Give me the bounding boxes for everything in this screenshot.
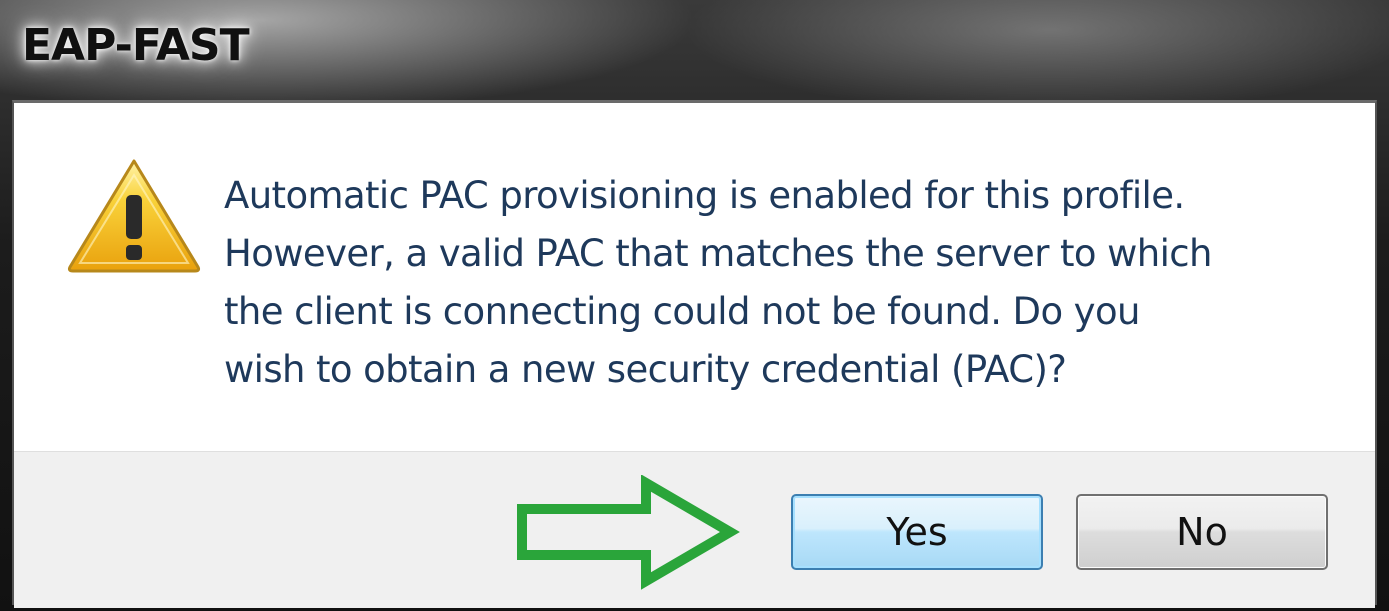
button-bar: Yes No — [14, 451, 1375, 608]
dialog-client-area: Automatic PAC provisioning is enabled fo… — [12, 100, 1377, 608]
title-bar[interactable]: EAP-FAST — [0, 0, 1389, 100]
message-line: Automatic PAC provisioning is enabled fo… — [224, 174, 1185, 217]
message-area: Automatic PAC provisioning is enabled fo… — [14, 103, 1375, 451]
arrow-right-icon — [508, 474, 743, 590]
no-button[interactable]: No — [1076, 494, 1328, 570]
dialog-message: Automatic PAC provisioning is enabled fo… — [224, 167, 1354, 399]
dialog-window: EAP-FAST Automatic PAC provisioning is e… — [0, 0, 1389, 611]
message-line: the client is connecting could not be fo… — [224, 290, 1140, 333]
message-line: wish to obtain a new security credential… — [224, 348, 1067, 391]
window-title: EAP-FAST — [22, 20, 250, 71]
yes-button[interactable]: Yes — [791, 494, 1043, 570]
message-line: However, a valid PAC that matches the se… — [224, 232, 1212, 275]
warning-icon — [64, 155, 204, 275]
